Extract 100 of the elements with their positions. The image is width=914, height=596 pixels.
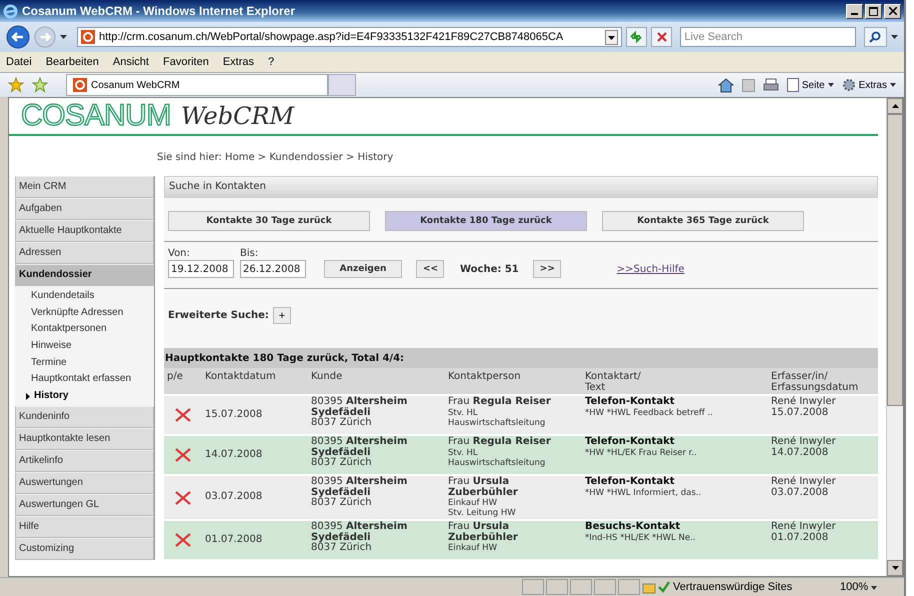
sidebar-item[interactable]: Kundeninfo [15, 406, 154, 428]
product-logo: WebCRM [180, 102, 294, 130]
star-icon[interactable] [8, 77, 24, 93]
caret-icon[interactable] [891, 35, 898, 39]
stop-icon [656, 32, 667, 42]
address-field[interactable]: http://crm.cosanum.ch/WebPortal/showpage.asp?id=E4F93335132F421F89C27CB8748065CA [77, 27, 622, 47]
delete-icon[interactable] [175, 408, 191, 422]
range-button[interactable]: Kontakte 30 Tage zurück [168, 211, 370, 231]
sidebar-item[interactable]: Aktuelle Hauptkontakte [15, 220, 154, 242]
maximize-icon [869, 6, 878, 16]
sidebar-item[interactable]: Auswertungen GL [15, 494, 154, 516]
back-button[interactable] [6, 25, 30, 49]
menu-item[interactable]: ? [268, 56, 274, 68]
close-button[interactable] [884, 4, 901, 18]
sidebar-item[interactable]: Hauptkontakte lesen [15, 428, 154, 450]
security-zone: Vertrauenswürdige Sites [658, 581, 838, 593]
sidebar-subitem[interactable]: Kontaktpersonen [15, 321, 154, 338]
date-field[interactable]: 19.12.2008 [168, 260, 234, 278]
printer-icon[interactable] [762, 78, 779, 92]
sidebar-item[interactable]: Mein CRM [15, 176, 154, 198]
search-field[interactable]: Live Search [680, 27, 856, 47]
site-icon [81, 30, 95, 44]
delete-icon[interactable] [175, 490, 191, 504]
menu-item[interactable]: Favoriten [162, 56, 209, 68]
sidebar-item[interactable]: Artikelinfo [15, 450, 154, 472]
sidebar-item[interactable]: Customizing [15, 538, 154, 560]
previous-week-button[interactable]: << [416, 260, 444, 278]
window-title: Cosanum WebCRM - Windows Internet Explorer [22, 4, 296, 18]
table-cell: René Inwyler 01.07.2008 [771, 521, 836, 542]
column-header: p/e [164, 368, 202, 394]
contact-name: Frau Regula Reiser [448, 397, 551, 408]
table-cell: 80395 Altersheim Sydefädeli 8037 Zürich [311, 476, 408, 508]
sidebar-item[interactable]: Auswertungen [15, 472, 154, 494]
contact-type: Besuchs-Kontakt [585, 522, 680, 532]
command-menu[interactable]: Seite [786, 78, 834, 92]
scrollbar[interactable] [886, 98, 903, 576]
status-panel [546, 579, 568, 595]
dropdown-icon[interactable] [604, 30, 618, 44]
menu-item[interactable]: Extras [222, 56, 254, 68]
sidebar-subitem[interactable]: History [15, 388, 154, 405]
sidebar-item[interactable]: Kundendossier [15, 264, 154, 286]
search-icon [869, 31, 882, 43]
sidebar-item[interactable]: Aufgaben [15, 198, 154, 220]
delete-icon[interactable] [175, 448, 191, 462]
contact-role: Einkauf HW [448, 543, 497, 553]
delete-icon[interactable] [175, 533, 191, 547]
column-header: Kunde [308, 368, 445, 394]
menu-item[interactable]: Ansicht [112, 56, 149, 68]
command-menu[interactable]: Extras [842, 78, 896, 92]
sidebar-item[interactable]: Hilfe [15, 516, 154, 538]
column-header: Kontaktart/ Text [582, 368, 768, 394]
table-cell: 80395 Altersheim Sydefädeli 8037 Zürich [311, 396, 408, 428]
menu-item[interactable]: Datei [6, 56, 32, 68]
contact-role: Stv. HL Hauswirtschaftsleitung [448, 448, 546, 468]
status-panel [594, 579, 616, 595]
range-button[interactable]: Kontakte 365 Tage zurück [602, 211, 804, 231]
table-cell: 80395 Altersheim Sydefädeli 8037 Zürich [311, 436, 408, 468]
table-cell: René Inwyler 03.07.2008 [771, 476, 836, 498]
help-link[interactable]: >>Such-Hilfe [616, 264, 684, 278]
panel-header: Suche in Kontakten [164, 176, 878, 198]
status-panel [570, 579, 592, 595]
sidebar-subitem[interactable]: Kundendetails [15, 288, 154, 305]
next-week-button[interactable]: >> [532, 260, 561, 278]
contact-type: Telefon-Kontakt [585, 477, 674, 488]
maximize-button[interactable] [865, 4, 882, 18]
browser-icon [3, 4, 18, 18]
add-favorite-icon[interactable] [32, 77, 48, 93]
pointer-icon [26, 392, 30, 400]
status-panel [618, 579, 640, 595]
gear-icon [842, 78, 856, 92]
sidebar-subitem[interactable]: Hauptkontakt erfassen [15, 371, 154, 388]
date-field[interactable]: 26.12.2008 [240, 260, 306, 278]
contact-note: *HW *HL/EK Frau Reiser r.. [585, 448, 697, 458]
sidebar-item[interactable]: Adressen [15, 242, 154, 264]
table-cell: René Inwyler 15.07.2008 [771, 396, 836, 418]
scroll-down-icon[interactable] [892, 566, 898, 570]
field-label: Bis: [240, 248, 260, 259]
show-button[interactable]: Anzeigen [324, 260, 402, 278]
zoom-control[interactable]: 100% [840, 581, 900, 593]
caret-icon[interactable] [60, 35, 67, 39]
home-icon[interactable] [718, 78, 734, 92]
checkmark-icon [658, 581, 670, 593]
contact-role: Stv. HL Hauswirtschaftsleitung [448, 408, 546, 428]
sidebar-subitem[interactable]: Termine [15, 354, 154, 372]
contact-note: *Ind-HS *HL/EK *HWL Ne.. [585, 532, 696, 542]
browser-tab[interactable]: Cosanum WebCRM [66, 74, 328, 96]
expand-button[interactable]: + [272, 307, 291, 324]
search-button[interactable] [864, 27, 887, 47]
column-header: Kontaktdatum [202, 368, 308, 394]
sidebar-subitem[interactable]: Verknüpfte Adressen [15, 304, 154, 322]
refresh-button[interactable] [626, 27, 647, 47]
menu-item[interactable]: Bearbeiten [46, 56, 99, 68]
stop-button[interactable] [650, 27, 672, 47]
brand-logo: COSANUM [21, 99, 171, 133]
caret-icon [890, 83, 896, 87]
scroll-up-icon[interactable] [892, 104, 898, 108]
minimize-button[interactable] [846, 4, 863, 18]
sidebar-subitem[interactable]: Hinweise [15, 338, 154, 355]
table-cell: René Inwyler 14.07.2008 [771, 436, 836, 458]
range-button[interactable]: Kontakte 180 Tage zurück [385, 211, 587, 231]
